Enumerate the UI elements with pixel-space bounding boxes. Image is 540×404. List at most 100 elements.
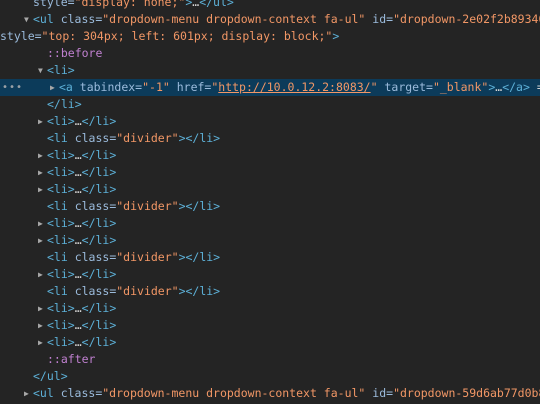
expand-triangle-icon[interactable]: ▶	[50, 79, 59, 96]
collapsed-content-ellipsis[interactable]: …	[75, 233, 82, 247]
pseudo-element-label: ::before	[47, 46, 103, 60]
attribute-value-token: "dropdown-2e02f2b89340"	[393, 12, 540, 26]
collapse-triangle-icon[interactable]: ▼	[38, 62, 47, 79]
tag-token: <li>	[47, 318, 75, 332]
attribute-value-token: "divider"	[116, 131, 179, 145]
tag-token: </li>	[81, 182, 117, 196]
tag-token: ></li>	[178, 131, 221, 145]
attribute-name-token: class=	[74, 250, 117, 264]
attribute-value-token: "_blank"	[432, 80, 489, 94]
dom-node-row[interactable]: ▶ <li>…</li>	[0, 181, 540, 198]
expand-triangle-icon[interactable]: ▶	[38, 181, 47, 198]
expand-triangle-icon[interactable]: ▶	[24, 385, 33, 402]
collapsed-content-ellipsis[interactable]: …	[75, 267, 82, 281]
tag-token: <li>	[47, 335, 75, 349]
dom-node-row[interactable]: <li class="divider"></li>	[0, 198, 540, 215]
tag-token: <li	[47, 199, 75, 213]
dom-node-row[interactable]: ▶ <ul class="dropdown-menu dropdown-conte…	[0, 385, 540, 402]
expand-triangle-icon[interactable]: ▶	[38, 113, 47, 130]
attribute-name-token: class=	[74, 284, 117, 298]
dom-node-row[interactable]: ▶ <li>…</li>	[0, 232, 540, 249]
attribute-name-token: target=	[377, 80, 433, 94]
dom-node-row[interactable]: ▶ <li>…</li>	[0, 164, 540, 181]
dom-node-row[interactable]: ▶ <li>…</li>	[0, 147, 540, 164]
tag-token: </li>	[81, 165, 117, 179]
attribute-value-token: "display: none;"	[74, 0, 186, 9]
tag-token: <ul	[33, 12, 61, 26]
tag-token: >	[332, 29, 340, 43]
dom-node-row[interactable]: ▼ <ul class="dropdown-menu dropdown-conte…	[0, 11, 540, 28]
tag-token: ></li>	[178, 284, 221, 298]
attribute-value-token: "dropdown-menu dropdown-context fa-ul"	[102, 12, 366, 26]
expand-triangle-icon[interactable]: ▶	[38, 215, 47, 232]
pseudo-element-label: ::after	[47, 352, 96, 366]
tag-token: <li>	[47, 63, 75, 77]
collapsed-content-ellipsis[interactable]: …	[75, 301, 82, 315]
dom-node-row-selected[interactable]: ••• ▶ <a tabindex="-1" href= "http://10.0.1…	[0, 79, 540, 96]
attribute-name-token: style=	[33, 0, 75, 9]
collapse-triangle-icon[interactable]: ▼	[24, 11, 33, 28]
dom-node-row[interactable]: ▶ <li>…</li>	[0, 300, 540, 317]
expand-triangle-icon[interactable]: ▶	[38, 300, 47, 317]
collapsed-content-ellipsis[interactable]: …	[75, 216, 82, 230]
dom-node-row[interactable]: style="display: none;">…</ul>	[0, 0, 540, 11]
dom-node-row[interactable]: ::before	[0, 45, 540, 62]
attribute-name-token: class=	[60, 12, 103, 26]
dom-node-row[interactable]: ::after	[0, 351, 540, 368]
tag-token: </li>	[81, 114, 117, 128]
dom-node-row[interactable]: ▶ <li>…</li>	[0, 266, 540, 283]
tag-token: <li>	[47, 182, 75, 196]
collapsed-content-ellipsis[interactable]: …	[75, 318, 82, 332]
tag-token: </li>	[81, 233, 117, 247]
tag-token: <li>	[47, 165, 75, 179]
expand-triangle-icon[interactable]: ▶	[38, 317, 47, 334]
dom-node-row[interactable]: <li class="divider"></li>	[0, 283, 540, 300]
collapsed-content-ellipsis[interactable]: …	[75, 114, 82, 128]
dom-node-row[interactable]: </ul>	[0, 368, 540, 385]
tag-token: ></li>	[178, 199, 221, 213]
tag-token: </li>	[81, 335, 117, 349]
dom-node-row[interactable]: </li>	[0, 96, 540, 113]
attribute-name-token: class=	[74, 131, 117, 145]
tag-token: </li>	[81, 301, 117, 315]
dom-node-row[interactable]: ▶ <li>…</li>	[0, 215, 540, 232]
dom-node-row[interactable]: ▶ <li>…</li>	[0, 334, 540, 351]
dom-node-row[interactable]: ▼ <li>	[0, 62, 540, 79]
attribute-value-token: "dropdown-menu dropdown-context fa-ul"	[102, 386, 366, 400]
collapsed-content-ellipsis[interactable]: …	[75, 165, 82, 179]
expand-triangle-icon[interactable]: ▶	[38, 334, 47, 351]
tag-token: </li>	[81, 148, 117, 162]
collapsed-content-ellipsis[interactable]: …	[75, 335, 82, 349]
tag-token: <li>	[47, 301, 75, 315]
attribute-value-token: "	[370, 80, 378, 94]
attribute-value-token: "-1"	[142, 80, 170, 94]
collapsed-content-ellipsis[interactable]: …	[75, 148, 82, 162]
tag-token: <li>	[47, 216, 75, 230]
tag-token: </a>	[502, 80, 530, 94]
dom-node-row[interactable]: style="top: 304px; left: 601px; display:…	[0, 28, 540, 45]
attribute-value-token: "dropdown-59d6ab77d0b8"	[393, 386, 540, 400]
elements-tree-panel: style="display: none;">…</ul> ▼ <ul class=…	[0, 0, 540, 404]
dom-node-row[interactable]: <li class="divider"></li>	[0, 130, 540, 147]
dom-node-row[interactable]: ▶ <li>…</li>	[0, 317, 540, 334]
expand-triangle-icon[interactable]: ▶	[38, 147, 47, 164]
dom-node-row[interactable]: <li class="divider"></li>	[0, 249, 540, 266]
expand-triangle-icon[interactable]: ▶	[38, 164, 47, 181]
dom-node-row[interactable]: ▶ <li>…</li>	[0, 113, 540, 130]
expand-triangle-icon[interactable]: ▶	[38, 266, 47, 283]
attribute-value-token: "divider"	[116, 284, 179, 298]
href-link[interactable]: http://10.0.12.2:8083/	[218, 80, 370, 94]
tag-token: <li	[47, 131, 75, 145]
tag-token: </li>	[81, 318, 117, 332]
selected-node-indicator: == $	[530, 80, 540, 94]
collapsed-content-ellipsis[interactable]: …	[75, 182, 82, 196]
expand-triangle-icon[interactable]: ▶	[38, 232, 47, 249]
attribute-value-token: "divider"	[116, 250, 179, 264]
tag-token: </ul>	[33, 369, 68, 383]
attribute-name-token: id=	[365, 386, 394, 400]
row-menu-icon[interactable]: •••	[2, 79, 22, 96]
tag-token: <li>	[47, 148, 75, 162]
tag-token: <li>	[47, 114, 75, 128]
tag-token: </li>	[47, 97, 82, 111]
attribute-name-token: id=	[365, 12, 394, 26]
